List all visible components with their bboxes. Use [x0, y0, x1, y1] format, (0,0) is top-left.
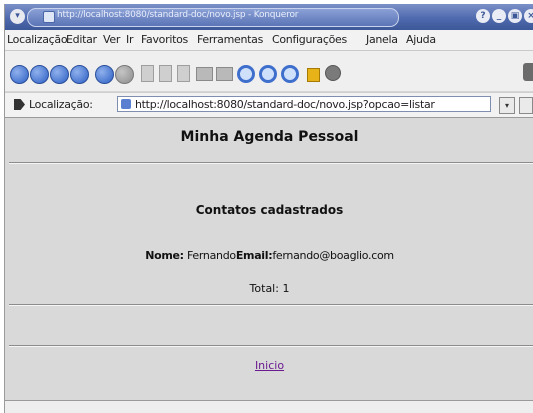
menu-bar: Localização Editar Ver Ir Favoritos Ferr…	[5, 30, 533, 51]
total-count: Total: 1	[249, 282, 290, 295]
clear-location-icon[interactable]	[14, 99, 25, 110]
zoom-in-icon[interactable]	[259, 65, 277, 83]
status-bar	[5, 400, 533, 413]
home-link[interactable]: Inicio	[5, 359, 533, 372]
menu-janela[interactable]: Janela	[366, 33, 398, 46]
home-icon[interactable]	[70, 65, 89, 84]
url-history-dropdown[interactable]: ▾	[499, 97, 515, 114]
url-input[interactable]: http://localhost:8080/standard-doc/novo.…	[117, 96, 491, 112]
print-icon[interactable]	[196, 67, 213, 81]
security-lock-icon[interactable]	[307, 68, 320, 82]
go-button[interactable]	[519, 97, 533, 114]
page-favicon-icon	[121, 99, 131, 109]
email-value: fernando@boaglio.com	[272, 249, 394, 262]
email-label: Email:	[235, 249, 273, 262]
up-icon[interactable]	[50, 65, 69, 84]
minimize-button[interactable]: _	[492, 9, 506, 23]
paste-icon[interactable]	[177, 65, 190, 82]
back-icon[interactable]	[10, 65, 29, 84]
page-content: Minha Agenda Pessoal Contatos cadastrado…	[5, 117, 533, 400]
close-button[interactable]: ×	[524, 9, 533, 23]
page-subtitle: Contatos cadastrados	[195, 203, 344, 217]
menu-configuracoes[interactable]: Configurações	[272, 33, 347, 46]
konqueror-throbber-icon	[523, 63, 533, 81]
url-text[interactable]: http://localhost:8080/standard-doc/novo.…	[135, 98, 435, 111]
window-menu-button[interactable]: ▾	[10, 9, 25, 24]
konqueror-app-icon	[43, 11, 55, 23]
menu-favoritos[interactable]: Favoritos	[141, 33, 188, 46]
cut-icon[interactable]	[141, 65, 154, 82]
name-value: Fernando	[186, 249, 236, 262]
browser-window: ▾ http://localhost:8080/standard-doc/nov…	[4, 4, 533, 413]
menu-ferramentas[interactable]: Ferramentas	[197, 33, 263, 46]
location-bar: Localização: http://localhost:8080/stand…	[5, 92, 533, 118]
stop-icon[interactable]	[115, 65, 134, 84]
menu-ir[interactable]: Ir	[126, 33, 133, 46]
reload-icon[interactable]	[95, 65, 114, 84]
title-bar: ▾ http://localhost:8080/standard-doc/nov…	[5, 4, 533, 30]
location-label: Localização:	[29, 98, 93, 111]
name-label: Nome:	[145, 249, 184, 262]
zoom-out-icon[interactable]	[281, 65, 299, 83]
contact-row: Nome: FernandoEmail:fernando@boaglio.com	[5, 249, 533, 262]
help-button[interactable]: ?	[476, 9, 490, 23]
print-preview-icon[interactable]	[216, 67, 233, 81]
copy-icon[interactable]	[159, 65, 172, 82]
menu-editar[interactable]: Editar	[66, 33, 97, 46]
divider	[9, 162, 533, 164]
menu-ver[interactable]: Ver	[103, 33, 120, 46]
divider	[9, 304, 533, 306]
page-title: Minha Agenda Pessoal	[180, 129, 359, 145]
window-title: http://localhost:8080/standard-doc/novo.…	[57, 10, 299, 20]
menu-ajuda[interactable]: Ajuda	[406, 33, 436, 46]
maximize-button[interactable]: ▣	[508, 9, 522, 23]
settings-icon[interactable]	[325, 65, 341, 81]
menu-localizacao[interactable]: Localização	[7, 33, 68, 46]
find-icon[interactable]	[237, 65, 255, 83]
toolbar	[5, 51, 533, 91]
forward-icon[interactable]	[30, 65, 49, 84]
divider	[9, 345, 533, 347]
